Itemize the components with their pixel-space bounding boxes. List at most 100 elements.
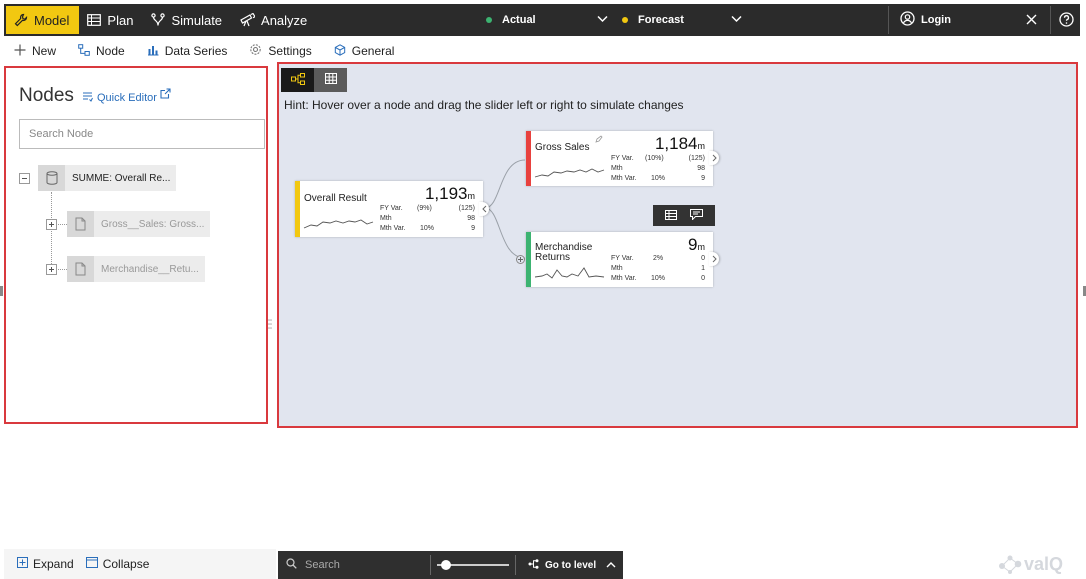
list-edit-icon — [82, 91, 93, 105]
tree-actions-bar: Expand Collapse — [4, 549, 276, 579]
forecast-scenario-dropdown[interactable]: Forecast — [622, 4, 742, 36]
go-to-level-button[interactable]: Go to level — [516, 558, 616, 572]
mth-var-value: 0 — [701, 275, 705, 282]
collapse-square-icon — [85, 557, 98, 571]
node-value: 9m — [688, 235, 705, 254]
node-name: Gross Sales — [535, 142, 590, 153]
comment-icon[interactable] — [689, 208, 703, 223]
hierarchy-icon — [528, 558, 539, 572]
valq-logo-text: valQ — [1024, 554, 1063, 574]
tree-item[interactable]: Gross__Sales: Gross... — [46, 211, 211, 237]
branch-icon — [151, 13, 166, 27]
tree-item-label: SUMME: Overall Re... — [72, 172, 171, 184]
mth-var-percent: 10% — [420, 225, 435, 232]
forecast-status-dot — [622, 17, 628, 23]
mode-analyze-button[interactable]: Analyze — [232, 6, 317, 34]
mode-model-button[interactable]: Model — [6, 6, 80, 34]
forecast-label: Forecast — [638, 14, 684, 26]
tree-item-box[interactable]: SUMME: Overall Re... — [38, 165, 177, 191]
mode-model-label: Model — [34, 12, 70, 28]
collapse-label: Collapse — [102, 557, 150, 571]
login-label: Login — [921, 14, 951, 26]
tree-item[interactable]: SUMME: Overall Re... — [19, 165, 177, 191]
data-series-button[interactable]: Data Series — [136, 38, 239, 64]
zoom-slider-thumb[interactable] — [441, 560, 451, 570]
tree-item-label: Gross__Sales: Gross... — [101, 218, 205, 230]
mth-var-label: Mth Var. — [611, 175, 637, 182]
sparkline — [534, 267, 605, 279]
settings-label: Settings — [268, 44, 312, 58]
mode-simulate-label: Simulate — [171, 12, 223, 28]
topbar-divider — [888, 6, 889, 34]
hierarchy-icon — [78, 43, 90, 59]
nodes-panel-title: Nodes — [19, 85, 74, 106]
fy-var-value: 0 — [701, 255, 705, 262]
help-icon[interactable] — [1059, 12, 1074, 30]
plus-icon — [14, 44, 26, 59]
expand-all-button[interactable]: Expand — [17, 557, 74, 571]
user-circle-icon — [900, 11, 915, 29]
collapse-toggle-icon[interactable] — [19, 172, 30, 184]
new-button[interactable]: New — [4, 38, 67, 64]
edit-pencil-icon[interactable] — [595, 132, 603, 146]
external-link-icon[interactable] — [160, 88, 171, 102]
wrench-icon — [14, 13, 28, 27]
node-name-line2: Returns — [535, 252, 571, 263]
tree-item-box[interactable]: Gross__Sales: Gross... — [67, 211, 211, 237]
mth-var-label: Mth Var. — [611, 275, 637, 282]
expand-toggle-icon[interactable] — [46, 218, 57, 230]
mth-var-label: Mth Var. — [380, 225, 406, 232]
quick-editor-link[interactable]: Quick Editor — [82, 91, 157, 105]
search-node-input[interactable] — [19, 119, 265, 149]
expand-square-icon — [17, 557, 28, 571]
canvas-search[interactable]: Search — [278, 558, 430, 572]
table-icon[interactable] — [665, 209, 678, 223]
collapse-all-button[interactable]: Collapse — [85, 557, 150, 571]
tree-item[interactable]: Merchandise__Retu... — [46, 256, 205, 282]
node-button[interactable]: Node — [67, 38, 136, 64]
add-child-icon[interactable] — [516, 255, 525, 264]
close-icon[interactable] — [1026, 14, 1037, 28]
tree-item-box[interactable]: Merchandise__Retu... — [67, 256, 205, 282]
mode-simulate-button[interactable]: Simulate — [143, 6, 232, 34]
expand-label: Expand — [33, 557, 74, 571]
node-label: Node — [96, 44, 125, 58]
sparkline — [303, 219, 374, 229]
sparkline — [534, 168, 605, 178]
general-button[interactable]: General — [323, 38, 406, 64]
node-overall-result[interactable]: Overall Result 1,193m FY Var. (9%) (125)… — [295, 181, 489, 237]
settings-button[interactable]: Settings — [238, 38, 322, 64]
expand-toggle-icon[interactable] — [46, 263, 57, 275]
general-label: General — [351, 44, 395, 58]
mth-value: 98 — [467, 215, 475, 222]
mode-plan-button[interactable]: Plan — [79, 6, 143, 34]
node-name: Overall Result — [304, 193, 367, 204]
telescope-icon — [240, 13, 256, 27]
document-icon — [67, 211, 94, 237]
model-toolbar: New Node Data Series Settings General — [4, 38, 1080, 64]
node-value: 1,184m — [654, 134, 705, 153]
node-gross-sales[interactable]: Gross Sales 1,184m FY Var. (10%) (125) M… — [526, 131, 719, 186]
node-merchandise-returns[interactable]: Merchandise Returns 9m FY Var. 2% 0 Mth … — [526, 232, 719, 287]
chevron-down-icon — [597, 14, 608, 26]
data-series-label: Data Series — [164, 44, 228, 58]
valq-logo: valQ — [996, 548, 1076, 576]
mth-label: Mth — [611, 165, 623, 172]
panel-resize-handle[interactable] — [268, 318, 272, 332]
zoom-slider[interactable] — [437, 557, 509, 573]
fy-var-value: (125) — [688, 155, 705, 162]
fy-var-percent: 2% — [653, 255, 664, 262]
actual-label: Actual — [502, 14, 536, 26]
actual-scenario-dropdown[interactable]: Actual — [486, 4, 608, 36]
search-icon — [286, 558, 297, 572]
mth-var-percent: 10% — [651, 275, 666, 282]
fy-var-value: (125) — [458, 205, 475, 212]
database-icon — [38, 165, 65, 191]
mth-value: 98 — [697, 165, 705, 172]
model-canvas[interactable]: Hint: Hover over a node and drag the sli… — [277, 62, 1078, 428]
canvas-search-placeholder: Search — [305, 559, 340, 571]
tree-item-label: Merchandise__Retu... — [101, 263, 199, 275]
mth-var-percent: 10% — [651, 175, 666, 182]
mode-analyze-label: Analyze — [261, 12, 308, 28]
mth-label: Mth — [611, 265, 623, 272]
